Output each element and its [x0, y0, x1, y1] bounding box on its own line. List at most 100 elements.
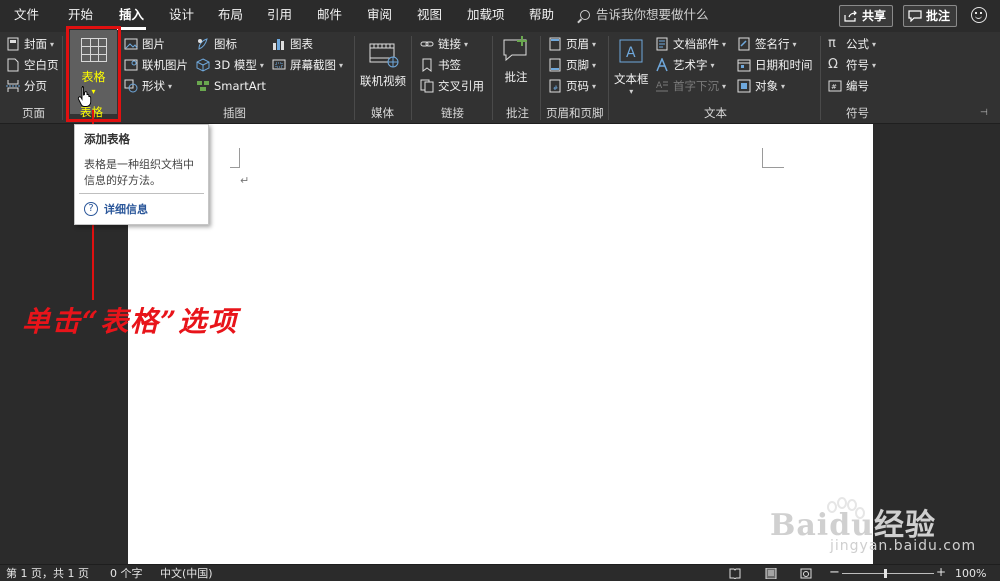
calendar-icon: [737, 59, 751, 72]
chevron-down-icon: ▾: [710, 60, 715, 70]
tab-layout[interactable]: 布局: [218, 0, 243, 32]
tooltip-title: 添加表格: [84, 132, 130, 146]
feedback-smiley-icon[interactable]: [971, 7, 987, 23]
smartart-button[interactable]: SmartArt: [196, 76, 266, 96]
watermark-url: jingyan.baidu.com: [830, 538, 977, 554]
top-right-margin-mark: [762, 148, 784, 168]
screenshot-icon: [272, 59, 286, 70]
svg-text:#: #: [553, 85, 558, 92]
textbox-button[interactable]: A 文本框 ▾: [614, 36, 649, 96]
web-layout-icon[interactable]: [800, 568, 812, 579]
tab-addins[interactable]: 加载项: [467, 0, 505, 32]
pictures-button[interactable]: 图片: [124, 34, 165, 54]
link-button[interactable]: 链接 ▾: [420, 34, 468, 54]
print-layout-icon[interactable]: [765, 568, 777, 579]
header-icon: [549, 37, 561, 51]
tab-mailings[interactable]: 邮件: [317, 0, 342, 32]
comments-button[interactable]: 批注: [903, 5, 958, 27]
annotation-text: 单击“表格”选项: [22, 305, 239, 338]
tab-file[interactable]: 文件: [14, 0, 39, 32]
page-break-label: 分页: [24, 79, 47, 93]
insert-comment-button[interactable]: 批注: [500, 34, 532, 85]
document-page[interactable]: [128, 124, 873, 564]
page-count[interactable]: 第 1 页，共 1 页: [6, 565, 89, 581]
wordart-button[interactable]: 艺术字 ▾: [655, 55, 715, 75]
tab-help[interactable]: 帮助: [529, 0, 554, 32]
smartart-icon: [197, 81, 209, 91]
quick-parts-button[interactable]: 文档部件 ▾: [655, 34, 726, 54]
number-label: 编号: [846, 79, 869, 93]
bookmark-button[interactable]: 书签: [420, 55, 461, 75]
tab-design[interactable]: 设计: [169, 0, 194, 32]
online-video-label: 联机视频: [360, 74, 406, 88]
blank-page-button[interactable]: 空白页: [6, 55, 59, 75]
screenshot-button[interactable]: 屏幕截图 ▾: [272, 55, 343, 75]
page-number-button[interactable]: # 页码 ▾: [548, 76, 596, 96]
tell-me-placeholder: 告诉我你想要做什么: [596, 7, 709, 22]
equation-label: 公式: [846, 37, 869, 51]
signature-line-button[interactable]: 签名行 ▾: [737, 34, 797, 54]
language-indicator[interactable]: 中文(中国): [160, 565, 213, 581]
zoom-out-button[interactable]: −: [829, 564, 840, 581]
insert-comment-label: 批注: [504, 70, 528, 84]
zoom-in-button[interactable]: +: [936, 564, 946, 581]
online-video-button[interactable]: 联机视频: [360, 38, 406, 89]
tab-references[interactable]: 引用: [267, 0, 292, 32]
equation-button[interactable]: π 公式 ▾: [828, 34, 876, 54]
date-time-button[interactable]: 日期和时间: [737, 55, 813, 75]
number-button[interactable]: # 编号: [828, 76, 869, 96]
link-icon: [420, 41, 434, 47]
blank-page-label: 空白页: [24, 58, 59, 72]
tooltip-divider: [79, 193, 204, 194]
group-separator: [411, 36, 412, 120]
paragraph-mark: ↵: [240, 174, 250, 187]
cover-page-label: 封面: [24, 37, 47, 51]
tab-insert[interactable]: 插入: [116, 0, 147, 32]
new-comment-icon: [503, 36, 527, 62]
page-break-button[interactable]: 分页: [6, 76, 47, 96]
group-label-header-footer: 页眉和页脚: [546, 106, 604, 120]
cross-reference-button[interactable]: 交叉引用: [420, 76, 484, 96]
tell-me-more-link[interactable]: ? 详细信息: [84, 201, 148, 217]
cross-reference-label: 交叉引用: [438, 79, 484, 93]
chevron-down-icon: ▾: [50, 39, 55, 49]
highlight-box: [66, 26, 121, 122]
group-separator: [608, 36, 609, 120]
online-pictures-button[interactable]: 联机图片: [124, 55, 188, 75]
object-label: 对象: [755, 79, 778, 93]
drop-cap-icon: A: [656, 81, 668, 92]
footer-button[interactable]: 页脚 ▾: [548, 55, 596, 75]
tab-view[interactable]: 视图: [417, 0, 442, 32]
collapse-ribbon-icon[interactable]: ⊣: [980, 108, 988, 118]
object-button[interactable]: 对象 ▾: [737, 76, 785, 96]
icons-button[interactable]: 图标: [196, 34, 237, 54]
share-button[interactable]: 共享: [839, 5, 894, 27]
online-picture-icon: [124, 59, 138, 71]
bar-chart-icon: [273, 39, 284, 50]
chevron-down-icon: ▾: [592, 39, 597, 49]
read-mode-icon[interactable]: [729, 568, 741, 579]
zoom-slider[interactable]: [842, 573, 934, 574]
screenshot-label: 屏幕截图: [290, 58, 336, 72]
group-separator: [354, 36, 355, 120]
tell-me-search[interactable]: 告诉我你想要做什么: [580, 0, 709, 32]
tooltip-description: 表格是一种组织文档中信息的好方法。: [84, 158, 194, 187]
chart-button[interactable]: 图表: [272, 34, 313, 54]
cover-page-button[interactable]: 封面 ▾: [6, 34, 54, 54]
header-button[interactable]: 页眉 ▾: [548, 34, 596, 54]
shapes-button[interactable]: 形状 ▾: [124, 76, 172, 96]
chart-label: 图表: [290, 37, 313, 51]
ribbon: 封面 ▾ 空白页 分页 页面 图片 联机图片 形状 ▾ 图标 3D 模型 ▾ Smar…: [0, 32, 1000, 124]
word-count[interactable]: 0 个字: [110, 565, 143, 581]
symbol-button[interactable]: Ω 符号 ▾: [828, 55, 876, 75]
drop-cap-button[interactable]: A 首字下沉 ▾: [655, 76, 726, 96]
shapes-icon: [124, 79, 138, 93]
picture-icon: [124, 38, 138, 50]
3d-models-label: 3D 模型: [214, 58, 257, 72]
group-label-media: 媒体: [371, 106, 394, 120]
zoom-slider-thumb[interactable]: [884, 569, 887, 578]
tab-review[interactable]: 审阅: [367, 0, 392, 32]
zoom-level[interactable]: 100%: [955, 565, 986, 581]
3d-models-button[interactable]: 3D 模型 ▾: [196, 55, 264, 75]
link-label: 链接: [438, 37, 461, 51]
